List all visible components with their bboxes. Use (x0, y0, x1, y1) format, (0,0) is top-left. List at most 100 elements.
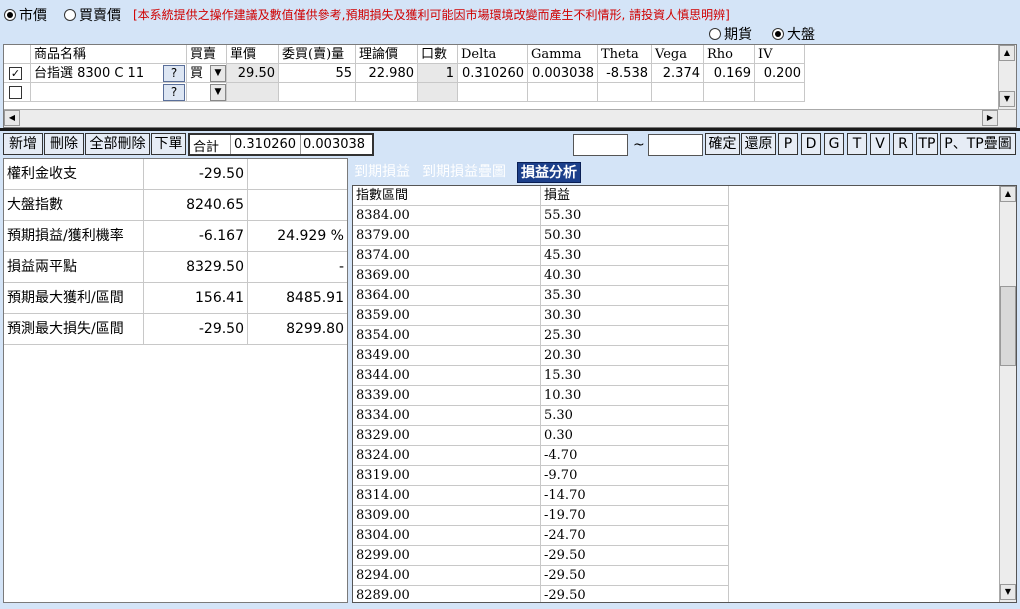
position-grid: 商品名稱 買賣 單價 委買(賣)量 理論價 口數 Delta Gamma The… (3, 44, 1017, 128)
pl-cell-index: 8379.00 (353, 226, 541, 246)
disclaimer-text: [本系統提供之操作建議及數值僅供參考,預期損失及獲利可能因市場環境改變而產生不利… (133, 8, 730, 22)
grid-cell-price[interactable] (227, 83, 279, 102)
product-lookup-button[interactable]: ? (163, 84, 185, 101)
pl-table-header: 指數區間 損益 (353, 186, 729, 206)
summary-label: 預期最大獲利/區間 (7, 290, 124, 306)
grid-cell-rho (704, 83, 755, 102)
tab-pl-analysis[interactable]: 損益分析 (517, 162, 581, 183)
row-checkbox[interactable] (9, 86, 22, 99)
pl-cell-value: -19.70 (541, 506, 729, 526)
summary-panel: 權利金收支 -29.50 大盤指數 8240.65 預期損益/獲利機率 -6.1… (3, 158, 348, 603)
d-button[interactable]: D (801, 133, 821, 155)
delete-all-button[interactable]: 全部刪除 (85, 133, 150, 155)
place-order-button[interactable]: 下單 (151, 133, 186, 155)
radio-bid-ask-price[interactable]: 買賣價 (64, 5, 121, 25)
summary-extra (247, 190, 347, 221)
pl-cell-index: 8349.00 (353, 346, 541, 366)
grid-cell-gamma: 0.003038 (528, 64, 598, 83)
product-lookup-button[interactable]: ? (163, 65, 185, 82)
grid-cell-theta: -8.538 (598, 64, 652, 83)
pl-cell-index: 8289.00 (353, 586, 541, 602)
p-tp-overlay-button[interactable]: P、TP疊圖 (940, 133, 1016, 155)
sum-box: 合計 0.310260 0.003038 (188, 133, 374, 156)
pl-cell-index: 8294.00 (353, 566, 541, 586)
radio-label: 期貨 (724, 27, 752, 43)
pl-table-row: 8314.00 -14.70 (353, 486, 729, 506)
grid-header-qty: 委買(賣)量 (279, 45, 356, 64)
analysis-tabs: 到期損益 到期損益疊圖 損益分析 (352, 160, 1016, 184)
tp-button[interactable]: TP (916, 133, 938, 155)
pl-cell-value: 25.30 (541, 326, 729, 346)
summary-row: 損益兩平點 8329.50 - (4, 252, 347, 283)
pl-cell-index: 8384.00 (353, 206, 541, 226)
pl-cell-value: -29.50 (541, 546, 729, 566)
range-to-input[interactable] (648, 134, 703, 156)
pl-table-scrollbar[interactable]: ▲ ▼ (999, 186, 1016, 602)
restore-button[interactable]: 還原 (741, 133, 776, 155)
radio-label: 大盤 (787, 27, 815, 43)
confirm-button[interactable]: 確定 (705, 133, 740, 155)
t-button[interactable]: T (847, 133, 867, 155)
row-checkbox[interactable]: ✓ (9, 67, 22, 80)
delete-button[interactable]: 刪除 (44, 133, 84, 155)
summary-value: 156.41 (143, 283, 247, 314)
scroll-down-icon[interactable]: ▼ (1000, 584, 1016, 600)
pl-table-row: 8304.00 -24.70 (353, 526, 729, 546)
pl-cell-index: 8314.00 (353, 486, 541, 506)
radio-label: 買賣價 (79, 8, 121, 24)
pl-table-row: 8339.00 10.30 (353, 386, 729, 406)
scroll-up-icon[interactable]: ▲ (1000, 186, 1016, 202)
sum-gamma: 0.003038 (303, 137, 366, 152)
v-button[interactable]: V (870, 133, 890, 155)
radio-futures[interactable]: 期貨 (709, 24, 752, 44)
side-dropdown-button[interactable]: ▼ (210, 65, 226, 82)
grid-cell-price[interactable]: 29.50 (227, 64, 279, 83)
scroll-thumb[interactable] (1000, 286, 1016, 366)
pl-cell-value: 10.30 (541, 386, 729, 406)
summary-extra: 24.929 % (247, 221, 347, 252)
pl-cell-index: 8324.00 (353, 446, 541, 466)
sum-separator (230, 135, 231, 154)
scroll-left-icon[interactable]: ◀ (4, 110, 20, 126)
pl-cell-index: 8299.00 (353, 546, 541, 566)
pl-table-row: 8369.00 40.30 (353, 266, 729, 286)
pl-cell-value: 50.30 (541, 226, 729, 246)
g-button[interactable]: G (824, 133, 844, 155)
summary-label: 預期損益/獲利機率 (7, 228, 124, 244)
grid-cell-lots[interactable]: 1 (418, 64, 458, 83)
range-from-input[interactable] (573, 134, 628, 156)
side-dropdown-button[interactable]: ▼ (210, 84, 226, 101)
summary-value: 8240.65 (143, 190, 247, 221)
scroll-right-icon[interactable]: ▶ (982, 110, 998, 126)
radio-market-price[interactable]: 市價 (4, 5, 47, 25)
grid-horizontal-scrollbar[interactable]: ◀ ▶ (4, 109, 1016, 127)
pl-cell-index: 8369.00 (353, 266, 541, 286)
grid-vertical-scrollbar[interactable]: ▲ ▼ (998, 45, 1016, 109)
add-button[interactable]: 新增 (3, 133, 43, 155)
summary-extra (247, 159, 347, 190)
tab-expiry-pl-overlay[interactable]: 到期損益疊圖 (422, 162, 506, 183)
radio-dot-icon (64, 9, 76, 21)
grid-header-theta: Theta (598, 45, 652, 64)
grid-cell-qty[interactable]: 55 (279, 64, 356, 83)
p-button[interactable]: P (778, 133, 798, 155)
grid-header-iv: IV (755, 45, 805, 64)
summary-value: -6.167 (143, 221, 247, 252)
tab-expiry-pl[interactable]: 到期損益 (354, 162, 410, 183)
pl-table: 指數區間 損益 8384.00 55.30 8379.00 50.30 8374.00 4… (352, 185, 1017, 603)
pl-table-row: 8329.00 0.30 (353, 426, 729, 446)
scroll-down-icon[interactable]: ▼ (999, 91, 1015, 107)
pl-cell-index: 8329.00 (353, 426, 541, 446)
grid-cell-rho: 0.169 (704, 64, 755, 83)
grid-cell-lots[interactable] (418, 83, 458, 102)
summary-value: 8329.50 (143, 252, 247, 283)
summary-row: 預測最大損失/區間 -29.50 8299.80 (4, 314, 347, 345)
radio-dot-icon (4, 9, 16, 21)
summary-value: -29.50 (143, 159, 247, 190)
scroll-up-icon[interactable]: ▲ (999, 45, 1015, 61)
pl-table-row: 8359.00 30.30 (353, 306, 729, 326)
r-button[interactable]: R (893, 133, 913, 155)
grid-cell-qty[interactable] (279, 83, 356, 102)
pl-table-row: 8374.00 45.30 (353, 246, 729, 266)
radio-index[interactable]: 大盤 (772, 24, 815, 44)
